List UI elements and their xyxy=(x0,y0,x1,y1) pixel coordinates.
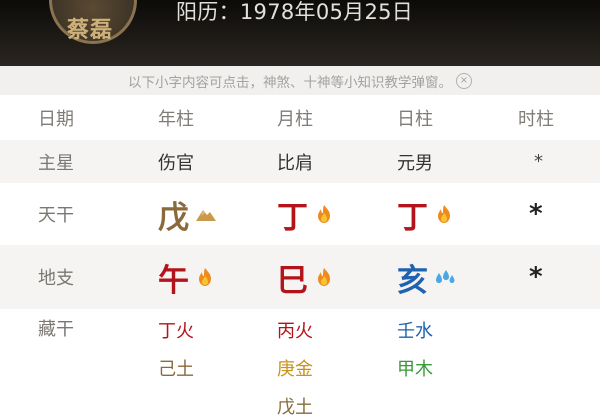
heaven-stem-char: * xyxy=(529,199,543,229)
row-label-heaven-stem: 天干 xyxy=(38,205,74,226)
earth-branch-hour: * xyxy=(529,245,543,309)
hidden-stem-item[interactable]: 戊土 xyxy=(277,393,313,419)
earth-branch-char: 午 xyxy=(158,262,189,299)
heaven-stem-char: 丁 xyxy=(277,199,308,236)
close-icon[interactable]: × xyxy=(456,72,472,89)
main-star-day[interactable]: 元男 xyxy=(397,149,433,175)
col-head-month: 月柱 xyxy=(277,108,313,130)
earth-branch-row: 地支 午 巳 亥 * xyxy=(0,245,600,309)
fire-icon xyxy=(434,204,454,224)
hidden-stem-item[interactable]: 壬水 xyxy=(397,317,433,343)
hidden-stem-item[interactable]: 丙火 xyxy=(277,317,313,343)
bazi-chart: 日期 年柱 月柱 日柱 时柱 主星 伤官 比肩 元男 * 天干 戊 丁 丁 * … xyxy=(0,95,600,418)
col-head-year: 年柱 xyxy=(158,108,194,130)
hidden-stem-item[interactable]: 庚金 xyxy=(277,355,313,381)
hint-text: 以下小字内容可点击，神煞、十神等小知识教学弹窗。 xyxy=(128,74,452,91)
hidden-stem-item[interactable]: 己土 xyxy=(158,355,194,381)
earth-icon xyxy=(195,204,216,224)
main-star-hour: * xyxy=(534,151,543,172)
earth-branch-char: * xyxy=(529,262,543,292)
user-name: 蔡磊 xyxy=(66,18,113,43)
earth-branch-year[interactable]: 午 xyxy=(158,245,215,309)
fire-icon xyxy=(195,267,215,287)
row-label-hidden-stem: 藏干 xyxy=(38,319,74,340)
fire-icon xyxy=(314,267,334,287)
heaven-stem-row: 天干 戊 丁 丁 * xyxy=(0,183,600,245)
heaven-stem-char: 戊 xyxy=(158,199,189,236)
main-star-year[interactable]: 伤官 xyxy=(158,149,194,175)
col-head-date: 日期 xyxy=(38,108,74,130)
main-star-month[interactable]: 比肩 xyxy=(277,149,313,175)
earth-branch-char: 亥 xyxy=(397,262,428,299)
earth-branch-char: 巳 xyxy=(277,262,308,299)
column-header-row: 日期 年柱 月柱 日柱 时柱 xyxy=(0,95,600,140)
earth-branch-month[interactable]: 巳 xyxy=(277,245,334,309)
row-label-earth-branch: 地支 xyxy=(38,268,74,289)
hint-bar: 以下小字内容可点击，神煞、十神等小知识教学弹窗。 × xyxy=(0,66,600,95)
hidden-stem-item[interactable]: 丁火 xyxy=(158,317,194,343)
col-head-hour: 时柱 xyxy=(518,108,554,130)
heaven-stem-hour: * xyxy=(529,183,543,245)
heaven-stem-char: 丁 xyxy=(397,199,428,236)
row-label-main-star: 主星 xyxy=(38,152,74,174)
col-head-day: 日柱 xyxy=(397,108,433,130)
main-star-row: 主星 伤官 比肩 元男 * xyxy=(0,140,600,183)
heaven-stem-day[interactable]: 丁 xyxy=(397,183,454,245)
fire-icon xyxy=(314,204,334,224)
hidden-stem-row: 藏干 丁火己土 丙火庚金戊土 壬水甲木 xyxy=(0,309,600,418)
water-icon xyxy=(434,267,455,287)
hidden-stem-item[interactable]: 甲木 xyxy=(397,355,433,381)
solar-date: 阳历：1978年05月25日 xyxy=(176,0,414,24)
profile-header: 蔡磊 阳历：1978年05月25日 xyxy=(0,0,600,66)
heaven-stem-month[interactable]: 丁 xyxy=(277,183,334,245)
earth-branch-day[interactable]: 亥 xyxy=(397,245,455,309)
heaven-stem-year[interactable]: 戊 xyxy=(158,183,216,245)
